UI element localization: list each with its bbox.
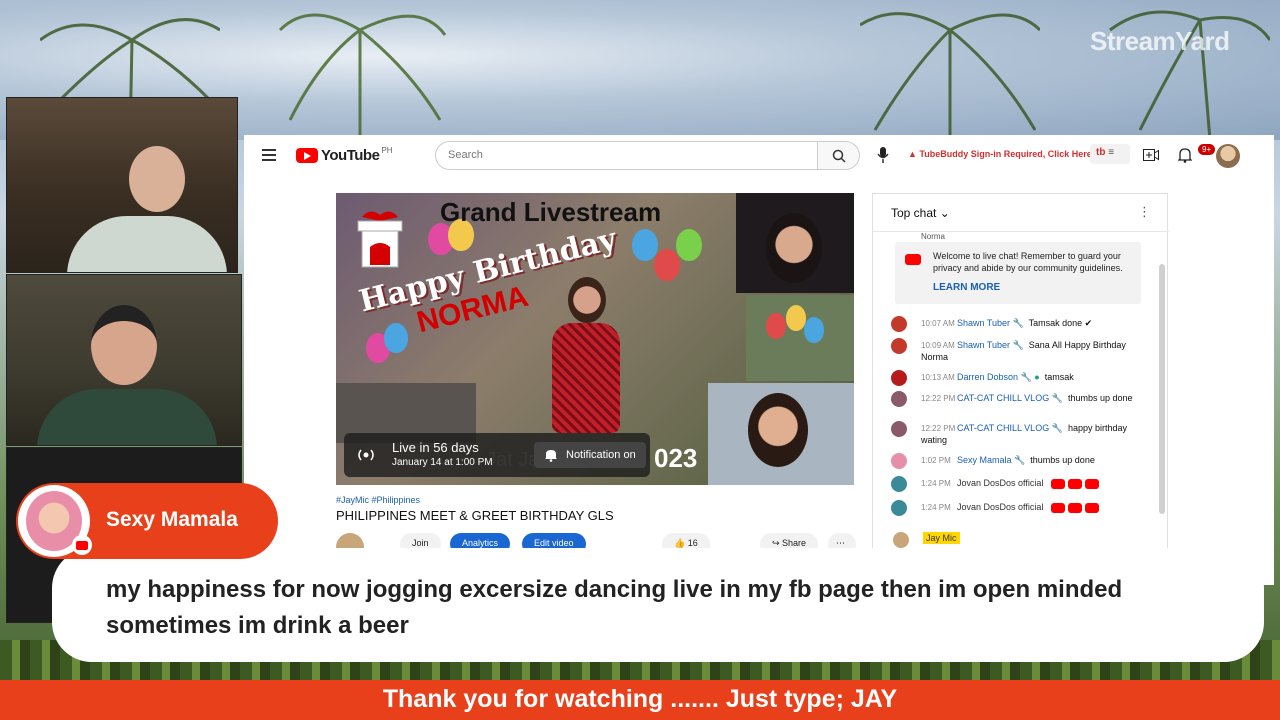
streamyard-watermark: StreamYard — [1090, 26, 1230, 56]
chevron-down-icon: ⌄ — [939, 206, 950, 220]
search-input[interactable]: Search — [435, 141, 818, 170]
account-avatar[interactable] — [1216, 144, 1240, 168]
webcam-host-1 — [6, 97, 238, 273]
ticker-text: Thank you for watching ....... Just type… — [382, 685, 898, 713]
avatar — [891, 338, 907, 354]
webcam-host-2 — [6, 274, 242, 446]
palm-tree-decoration — [859, 0, 1042, 140]
welcome-text: Welcome to live chat! Remember to guard … — [933, 251, 1123, 273]
current-user-avatar — [893, 532, 909, 548]
avatar — [891, 316, 907, 332]
live-date: January 14 at 1:00 PM — [392, 457, 493, 468]
chat-scrollbar[interactable] — [1159, 264, 1165, 514]
participant-video — [37, 305, 217, 445]
chat-menu-icon[interactable]: ⋮ — [1138, 204, 1151, 220]
video-thumbnail[interactable]: Grand Livestream Happy Birthday NORMA Ja… — [336, 193, 854, 485]
youtube-icon — [905, 254, 921, 265]
tubebuddy-notice[interactable]: ▲ TubeBuddy Sign-in Required, Click Here — [908, 149, 1092, 159]
microphone-icon[interactable] — [874, 146, 892, 164]
youtube-emoji-icon — [1051, 478, 1066, 489]
commenter-name-pill: Sexy Mamala — [16, 483, 278, 559]
palm-tree-decoration — [270, 0, 450, 140]
avatar — [891, 476, 907, 492]
list-icon: ≡ — [1108, 147, 1115, 158]
balloon-decoration — [676, 229, 702, 261]
notification-on-button[interactable]: Notification on — [534, 442, 646, 468]
year-text: 023 — [654, 443, 698, 473]
palm-tree-decoration — [1090, 0, 1272, 141]
avatar — [891, 500, 907, 516]
video-title: PHILIPPINES MEET & GREET BIRTHDAY GLS — [336, 508, 614, 523]
youtube-emoji-icon — [1068, 478, 1083, 489]
balloon-decoration — [766, 313, 786, 339]
chat-truncated-message: Norma — [921, 232, 946, 241]
top-chat-dropdown[interactable]: Top chat ⌄ — [891, 206, 950, 220]
commenter-name: Sexy Mamala — [106, 508, 238, 531]
bottom-ticker-banner: Thank you for watching ....... Just type… — [0, 680, 1280, 720]
learn-more-link[interactable]: LEARN MORE — [933, 282, 1000, 293]
search-button[interactable] — [818, 141, 860, 170]
search-icon — [832, 149, 846, 163]
photo-panel — [708, 383, 854, 485]
balloon-decoration — [384, 323, 408, 353]
comment-text: my happiness for now jogging excersize d… — [106, 576, 1123, 639]
notifications-bell-icon[interactable] — [1176, 146, 1194, 164]
wrench-icon: 🔧 — [1051, 423, 1063, 433]
youtube-play-icon — [296, 148, 318, 163]
balloon-decoration — [632, 229, 658, 261]
video-hashtags[interactable]: #JayMic #Philippines — [336, 495, 420, 505]
wrench-icon: 🔧 — [1012, 340, 1024, 350]
avatar — [891, 370, 907, 386]
youtube-logo[interactable]: YouTube PH — [296, 146, 393, 164]
thumbnail-title: Grand Livestream — [440, 197, 662, 227]
avatar — [891, 421, 907, 437]
wrench-icon: 🔧 — [1051, 393, 1063, 403]
wrench-icon: 🔧 — [1014, 455, 1026, 465]
bell-icon — [545, 450, 557, 462]
share-icon: ↪ — [772, 538, 783, 548]
comment-caption-box: my happiness for now jogging excersize d… — [52, 548, 1264, 662]
notification-count-badge: 9+ — [1198, 144, 1216, 155]
photo-panel — [736, 193, 854, 293]
balloon-decoration — [786, 305, 806, 331]
participant-video — [67, 138, 227, 272]
chat-header: Top chat ⌄ ⋮ — [873, 194, 1169, 232]
live-chat-panel: Top chat ⌄ ⋮ Norma Welcome to live chat!… — [872, 193, 1169, 553]
wrench-icon: 🔧 — [1020, 372, 1032, 382]
thumbs-up-icon: 👍 — [674, 538, 688, 548]
avatar — [891, 453, 907, 469]
member-badge-icon: ● — [1034, 372, 1040, 382]
live-countdown: Live in 56 days — [392, 440, 479, 455]
tubebuddy-button[interactable]: tb ≡ — [1090, 144, 1130, 164]
youtube-window: YouTube PH Search ▲ TubeBuddy Sign-in Re… — [244, 135, 1274, 585]
youtube-emoji-icon — [1085, 502, 1100, 513]
youtube-emoji-icon — [1051, 502, 1066, 513]
premiere-info-pill: Live in 56 days January 14 at 1:00 PM No… — [344, 433, 650, 477]
wrench-icon: 🔧 — [1012, 318, 1024, 328]
create-video-icon[interactable] — [1142, 146, 1160, 164]
avatar — [891, 391, 907, 407]
chat-welcome-banner: Welcome to live chat! Remember to guard … — [895, 242, 1141, 304]
balloon-decoration — [654, 249, 680, 281]
warning-icon: ▲ — [908, 149, 920, 159]
youtube-badge-icon — [72, 535, 92, 555]
youtube-emoji-icon — [1068, 502, 1083, 513]
youtube-topbar: YouTube PH Search ▲ TubeBuddy Sign-in Re… — [244, 135, 1274, 179]
youtube-emoji-icon — [1085, 478, 1100, 489]
gift-box-icon — [352, 207, 408, 269]
current-user-name: Jay Mic — [923, 532, 960, 544]
live-broadcast-icon — [356, 445, 376, 465]
menu-icon[interactable] — [262, 149, 276, 161]
balloon-decoration — [804, 317, 824, 343]
